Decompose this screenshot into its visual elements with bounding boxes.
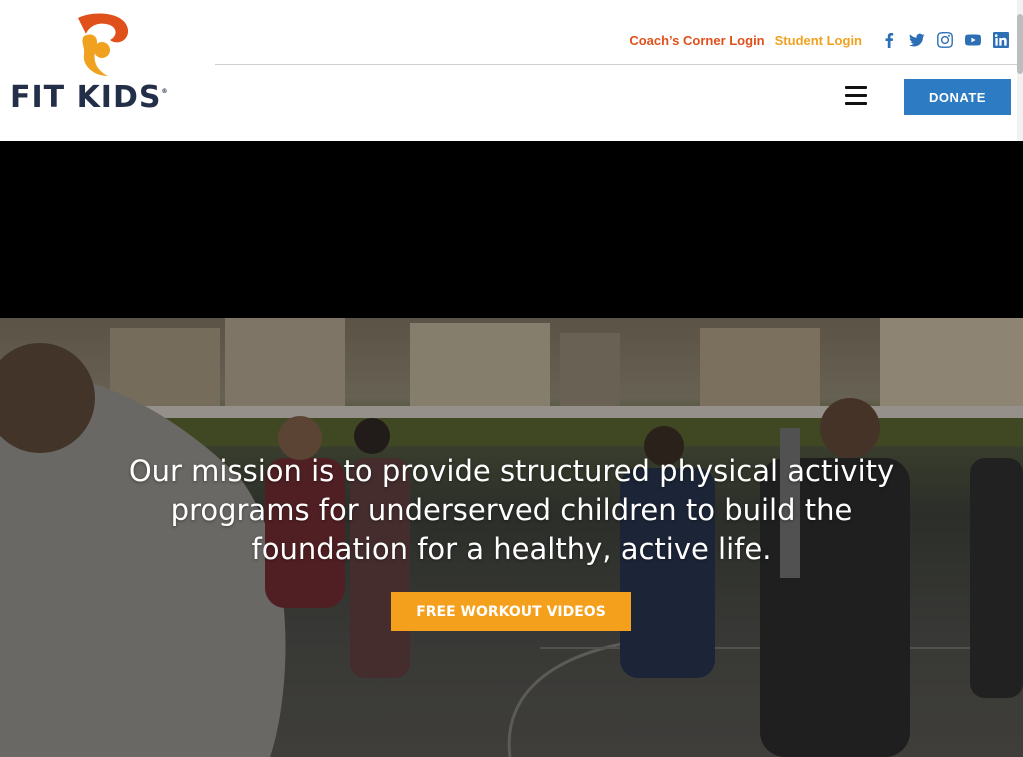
linkedin-icon[interactable] bbox=[992, 31, 1010, 49]
facebook-icon[interactable] bbox=[880, 31, 898, 49]
page-scrollbar[interactable] bbox=[1017, 0, 1023, 141]
menu-hamburger-icon[interactable] bbox=[845, 86, 867, 106]
donate-button[interactable]: DONATE bbox=[904, 79, 1011, 115]
youtube-icon[interactable] bbox=[964, 31, 982, 49]
hero-video: Our mission is to provide structured phy… bbox=[0, 318, 1023, 757]
fit-kids-logo-mark bbox=[78, 13, 129, 76]
site-header: FIT KIDS® Coach’s Corner Login Student L… bbox=[0, 0, 1023, 141]
twitter-icon[interactable] bbox=[908, 31, 926, 49]
scrollbar-thumb[interactable] bbox=[1017, 14, 1023, 74]
utility-bar: Coach’s Corner Login Student Login bbox=[629, 26, 1010, 54]
social-links bbox=[880, 31, 1010, 49]
coach-login-link[interactable]: Coach’s Corner Login bbox=[629, 33, 764, 48]
mission-statement: Our mission is to provide structured phy… bbox=[128, 454, 895, 566]
free-workout-videos-button[interactable]: FREE WORKOUT VIDEOS bbox=[391, 592, 631, 631]
video-letterbox bbox=[0, 141, 1023, 318]
header-divider bbox=[215, 64, 1023, 65]
logo-wordmark: FIT KIDS® bbox=[10, 80, 169, 115]
student-login-link[interactable]: Student Login bbox=[775, 33, 862, 48]
fit-kids-logo[interactable]: FIT KIDS® bbox=[8, 10, 208, 120]
instagram-icon[interactable] bbox=[936, 31, 954, 49]
